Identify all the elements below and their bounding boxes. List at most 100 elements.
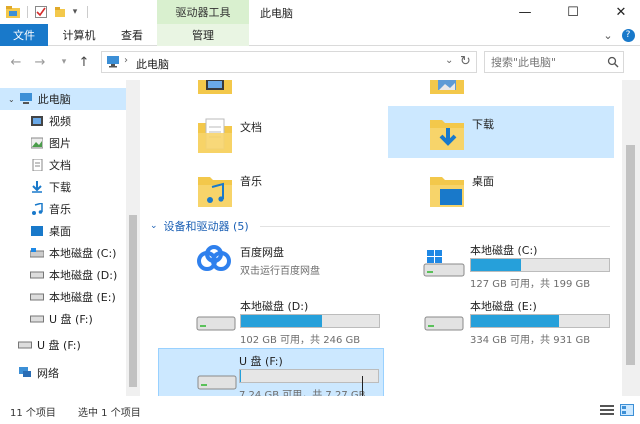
back-arrow-icon[interactable]: ← — [8, 54, 24, 70]
drive-usage-fill — [240, 370, 241, 382]
hard-drive-icon — [30, 268, 44, 282]
sidebar-item-drive-d[interactable]: 本地磁盘 (D:) — [0, 264, 126, 286]
drive-subtitle: 双击运行百度网盘 — [240, 266, 320, 277]
pictures-folder-icon[interactable] — [430, 80, 464, 97]
sidebar-item-label: 视频 — [49, 115, 71, 128]
sidebar-item-label: 本地磁盘 (D:) — [49, 269, 118, 282]
context-tab-drive-tools: 驱动器工具 — [157, 0, 249, 24]
sidebar-item-label: 本地磁盘 (C:) — [49, 247, 117, 260]
drive-usage-fill — [471, 315, 560, 327]
folder-downloads[interactable]: 下载 — [388, 106, 614, 158]
quick-access-separator — [26, 4, 28, 20]
content-scrollbar-thumb[interactable] — [626, 145, 635, 365]
hard-drive-icon — [196, 314, 236, 335]
tab-computer[interactable]: 计算机 — [54, 24, 104, 46]
this-pc-icon — [19, 92, 33, 106]
drive-d-item[interactable]: 本地磁盘 (D:) 102 GB 可用，共 246 GB — [196, 294, 396, 346]
status-bar: 11 个项目 选中 1 个项目 — [0, 398, 640, 424]
videos-folder-icon[interactable] — [198, 80, 232, 97]
sidebar-item-drive-c[interactable]: 本地磁盘 (C:) — [0, 242, 126, 264]
sidebar-item-label: 本地磁盘 (E:) — [49, 291, 116, 304]
drive-c-item[interactable]: 本地磁盘 (C:) 127 GB 可用，共 199 GB — [422, 238, 618, 290]
address-row: ← → ▾ ↑ › 此电脑 ⌄ ↻ — [0, 47, 640, 77]
content-pane[interactable]: 文档 下载 音乐 桌面 ⌄ 设备和驱动器 (5) 百度网盘 双击运行百度网盘 本… — [140, 80, 622, 396]
drive-usage-bar — [470, 314, 610, 328]
breadcrumb-separator-icon[interactable]: › — [124, 55, 128, 66]
tab-file[interactable]: 文件 — [0, 24, 48, 46]
refresh-icon[interactable]: ↻ — [460, 54, 471, 69]
expand-chevron-icon[interactable]: ⌄ — [8, 95, 15, 104]
sidebar-item-label: 网络 — [37, 367, 59, 380]
hard-drive-icon — [30, 290, 44, 304]
sidebar-item-label: 文档 — [49, 159, 71, 172]
folder-desktop[interactable]: 桌面 — [428, 162, 614, 216]
drive-name: 本地磁盘 (D:) — [240, 300, 309, 313]
usb-drive-icon — [30, 312, 44, 326]
folder-label: 桌面 — [472, 175, 494, 188]
navigation-pane[interactable]: ⌄ 此电脑 视频 图片 文档 下载 音乐 桌面 本地磁盘 (C:) 本地磁盘 (… — [0, 80, 140, 396]
properties-icon[interactable] — [33, 4, 49, 20]
drive-e-item[interactable]: 本地磁盘 (E:) 334 GB 可用，共 931 GB — [422, 294, 618, 346]
customize-quick-access-icon[interactable]: ▾ — [68, 4, 82, 20]
sidebar-item-label: 下载 — [49, 181, 71, 194]
tab-view[interactable]: 查看 — [110, 24, 154, 46]
sidebar-item-documents[interactable]: 文档 — [0, 154, 126, 176]
sidebar-item-music[interactable]: 音乐 — [0, 198, 126, 220]
sidebar-item-videos[interactable]: 视频 — [0, 110, 126, 132]
tab-manage[interactable]: 管理 — [157, 24, 249, 46]
sidebar-item-downloads[interactable]: 下载 — [0, 176, 126, 198]
breadcrumb-this-pc[interactable]: 此电脑 — [136, 56, 169, 72]
download-icon — [30, 180, 44, 194]
tiles-view-icon[interactable] — [620, 404, 634, 416]
explorer-app-icon[interactable] — [4, 4, 22, 20]
search-box[interactable] — [484, 51, 624, 73]
folder-label: 音乐 — [240, 175, 262, 188]
search-input[interactable] — [485, 52, 603, 72]
sidebar-item-usb-f[interactable]: U 盘 (F:) — [0, 308, 126, 330]
drive-usage-bar — [240, 314, 380, 328]
help-badge: ? — [621, 28, 635, 42]
sidebar-item-desktop[interactable]: 桌面 — [0, 220, 126, 242]
forward-arrow-icon[interactable]: → — [32, 54, 48, 70]
drive-info: 127 GB 可用，共 199 GB — [470, 279, 591, 290]
baidu-netdisk-item[interactable]: 百度网盘 双击运行百度网盘 — [196, 240, 396, 292]
baidu-netdisk-icon — [194, 244, 234, 279]
details-view-icon[interactable] — [600, 404, 614, 416]
folder-label: 文档 — [240, 121, 262, 134]
sidebar-item-network[interactable]: 网络 — [0, 362, 126, 384]
text-cursor — [362, 376, 363, 396]
sidebar-item-this-pc[interactable]: ⌄ 此电脑 — [0, 88, 126, 110]
sidebar-item-usb-f-root[interactable]: U 盘 (F:) — [0, 334, 126, 356]
address-history-chevron-icon[interactable]: ⌄ — [445, 55, 453, 66]
ribbon-collapse-icon[interactable]: ⌄ — [600, 24, 616, 46]
group-header-devices[interactable]: ⌄ 设备和驱动器 (5) — [150, 218, 249, 234]
folder-music[interactable]: 音乐 — [196, 162, 392, 216]
help-icon[interactable]: ? — [620, 24, 636, 46]
close-button[interactable]: ✕ — [604, 0, 638, 24]
drive-usage-fill — [471, 259, 521, 271]
recent-locations-icon[interactable]: ▾ — [56, 54, 72, 70]
usb-drive-f-item[interactable]: U 盘 (F:) 7.24 GB 可用，共 7.27 GB — [158, 348, 384, 396]
sidebar-item-label: 图片 — [49, 137, 71, 150]
address-bar[interactable]: › 此电脑 ⌄ ↻ — [101, 51, 477, 73]
drive-name: 百度网盘 — [240, 246, 284, 259]
search-icon[interactable] — [607, 56, 619, 71]
sidebar-item-drive-e[interactable]: 本地磁盘 (E:) — [0, 286, 126, 308]
pictures-icon — [30, 136, 44, 150]
sidebar-item-pictures[interactable]: 图片 — [0, 132, 126, 154]
minimize-button[interactable]: — — [508, 0, 542, 24]
collapse-chevron-icon[interactable]: ⌄ — [150, 221, 158, 231]
maximize-button[interactable]: ☐ — [556, 0, 590, 24]
usb-drive-icon — [197, 373, 237, 394]
folder-documents[interactable]: 文档 — [196, 108, 392, 162]
music-folder-icon — [198, 177, 232, 207]
navigation-scrollbar-thumb[interactable] — [129, 215, 137, 387]
selected-count: 选中 1 个项目 — [78, 408, 141, 419]
sidebar-item-label: U 盘 (F:) — [49, 313, 93, 326]
hard-drive-icon — [424, 314, 464, 335]
usb-drive-icon — [18, 338, 32, 352]
drive-usage-bar — [239, 369, 379, 383]
new-folder-icon[interactable] — [52, 4, 68, 20]
up-arrow-icon[interactable]: ↑ — [76, 54, 92, 70]
network-icon — [18, 366, 32, 380]
